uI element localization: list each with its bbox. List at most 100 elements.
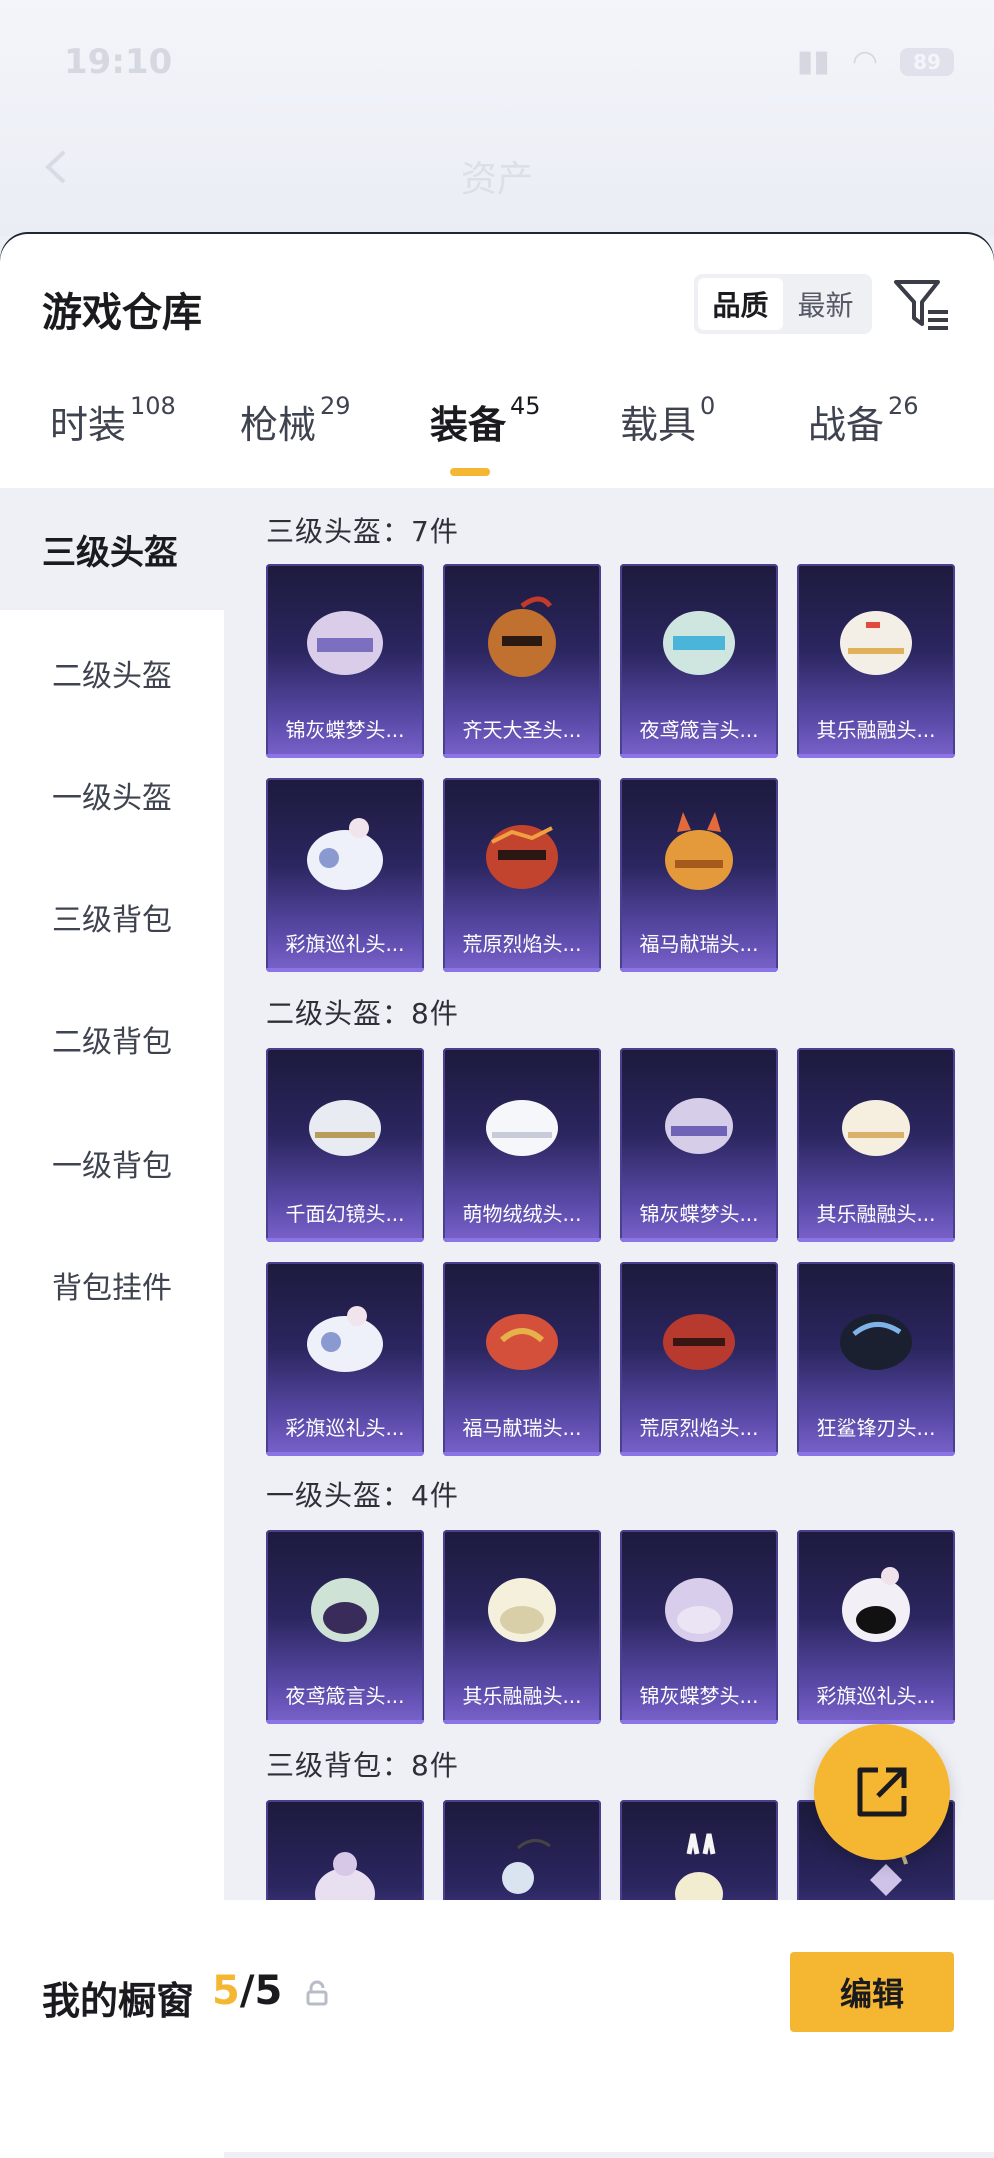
tab-gear[interactable]: 战备 26 [808, 392, 919, 449]
app-header: 19:10 ▮▮ ◠ 89 资产 [0, 0, 994, 236]
tab-vehicles[interactable]: 载具 0 [620, 392, 716, 449]
section-title: 二级头盔：8件 [266, 997, 459, 1030]
section-title: 三级头盔：7件 [266, 515, 459, 548]
helmet-icon [488, 1578, 556, 1642]
sort-newest-button[interactable]: 最新 [783, 278, 868, 330]
helmet-icon [309, 1100, 381, 1156]
item-name: 齐天大圣头... [462, 718, 582, 742]
category-sidebar: 三级头盔 二级头盔 一级头盔 三级背包 二级背包 一级背包 背包挂件 [0, 488, 224, 2158]
tab-label: 枪械 [240, 403, 317, 447]
helmet-icon [486, 1100, 558, 1156]
showcase-label: 我的橱窗 [42, 1979, 195, 2023]
tab-costume[interactable]: 时装 108 [50, 392, 176, 449]
tab-count: 0 [700, 392, 716, 420]
sidebar-item-level1-helmet[interactable]: 一级头盔 [0, 734, 224, 856]
tab-firearms[interactable]: 枪械 29 [240, 392, 351, 449]
item-card[interactable]: 其乐融融头... [797, 1048, 955, 1242]
item-name: 荒原烈焰头... [639, 1416, 759, 1440]
item-card[interactable]: 夜鸢箴言头... [620, 564, 778, 758]
item-name: 狂鲨锋刃头... [816, 1416, 936, 1440]
helmet-icon [663, 1314, 735, 1370]
tab-count: 45 [510, 392, 541, 420]
sidebar-item-level1-backpack[interactable]: 一级背包 [0, 1102, 224, 1224]
item-card[interactable] [443, 1800, 601, 1900]
section-title: 三级背包：8件 [266, 1749, 459, 1782]
section-title: 一级头盔：4件 [266, 1479, 459, 1512]
tab-label: 战备 [808, 403, 885, 447]
item-name: 其乐融融头... [816, 718, 936, 742]
edit-button[interactable]: 编辑 [790, 1952, 954, 2032]
item-card[interactable]: 彩旗巡礼头... [266, 1262, 424, 1456]
helmet-icon [488, 596, 556, 677]
item-card[interactable]: 福马献瑞头... [620, 778, 778, 972]
item-card[interactable] [266, 1800, 424, 1900]
lock-icon[interactable] [306, 1980, 328, 2006]
backpack-icon [315, 1852, 375, 1900]
showcase-current: 5 [212, 1968, 240, 2014]
item-card[interactable]: 狂鲨锋刃头... [797, 1262, 955, 1456]
item-name: 彩旗巡礼头... [285, 932, 405, 956]
item-name: 萌物绒绒头... [462, 1202, 582, 1226]
active-tab-indicator [450, 468, 490, 476]
item-card[interactable]: 彩旗巡礼头... [797, 1530, 955, 1724]
helmet-icon [663, 611, 735, 675]
helmet-icon [486, 825, 558, 889]
helmet-icon [307, 1306, 383, 1372]
sidebar-item-level2-helmet[interactable]: 二级头盔 [0, 612, 224, 734]
item-card[interactable]: 荒原烈焰头... [443, 778, 601, 972]
item-card[interactable]: 萌物绒绒头... [443, 1048, 601, 1242]
tab-count: 108 [130, 392, 176, 420]
sidebar-item-level2-backpack[interactable]: 二级背包 [0, 978, 224, 1100]
item-name: 福马献瑞头... [462, 1416, 582, 1440]
signal-icon: ▮▮ [796, 44, 830, 79]
tab-label: 装备 [430, 403, 507, 447]
sidebar-item-backpack-charm[interactable]: 背包挂件 [0, 1224, 224, 1346]
item-card[interactable]: 夜鸢箴言头... [266, 1530, 424, 1724]
item-name: 夜鸢箴言头... [285, 1684, 405, 1708]
helmet-icon [486, 1314, 558, 1370]
item-card[interactable]: 福马献瑞头... [443, 1262, 601, 1456]
item-name: 彩旗巡礼头... [816, 1684, 936, 1708]
wifi-icon: ◠ [851, 44, 878, 79]
item-name: 福马献瑞头... [639, 932, 759, 956]
showcase-separator: / [239, 1968, 255, 2014]
tab-equipment[interactable]: 装备 45 [430, 392, 541, 449]
helmet-icon [840, 1314, 912, 1370]
item-name: 荒原烈焰头... [462, 932, 582, 956]
helmet-icon [311, 1578, 379, 1642]
item-card[interactable]: 齐天大圣头... [443, 564, 601, 758]
share-button[interactable] [814, 1724, 950, 1860]
backpack-icon [502, 1839, 551, 1894]
item-card[interactable]: 彩旗巡礼头... [266, 778, 424, 972]
helmet-icon [307, 611, 383, 675]
helmet-icon [665, 1578, 733, 1642]
helmet-icon [307, 818, 383, 890]
tab-count: 29 [320, 392, 351, 420]
item-card[interactable]: 其乐融融头... [443, 1530, 601, 1724]
tab-count: 26 [888, 392, 919, 420]
sheet-title: 游戏仓库 [42, 290, 202, 336]
item-list: 三级头盔：7件 锦灰蝶梦头... 齐天大圣头... 夜鸢箴言头... 其乐融融头… [224, 488, 994, 1900]
status-icons: ▮▮ ◠ 89 [797, 44, 954, 79]
filter-icon[interactable] [892, 276, 952, 334]
item-card[interactable]: 其乐融融头... [797, 564, 955, 758]
item-card[interactable]: 锦灰蝶梦头... [620, 1530, 778, 1724]
showcase-count: 5/5 [212, 1968, 282, 2014]
item-name: 千面幻镜头... [285, 1202, 405, 1226]
helmet-icon [842, 1567, 910, 1642]
item-card[interactable]: 锦灰蝶梦头... [620, 1048, 778, 1242]
backpack-icon [675, 1833, 723, 1900]
battery-icon: 89 [900, 47, 954, 76]
item-card[interactable]: 锦灰蝶梦头... [266, 564, 424, 758]
helmet-icon [840, 611, 912, 675]
sidebar-item-level3-helmet[interactable]: 三级头盔 [0, 488, 224, 610]
sort-quality-button[interactable]: 品质 [698, 278, 783, 330]
item-card[interactable] [620, 1800, 778, 1900]
share-icon [857, 1767, 907, 1817]
item-name: 其乐融融头... [816, 1202, 936, 1226]
item-card[interactable]: 荒原烈焰头... [620, 1262, 778, 1456]
item-card[interactable]: 千面幻镜头... [266, 1048, 424, 1242]
sidebar-item-level3-backpack[interactable]: 三级背包 [0, 856, 224, 978]
item-name: 夜鸢箴言头... [639, 718, 759, 742]
item-name: 彩旗巡礼头... [285, 1416, 405, 1440]
